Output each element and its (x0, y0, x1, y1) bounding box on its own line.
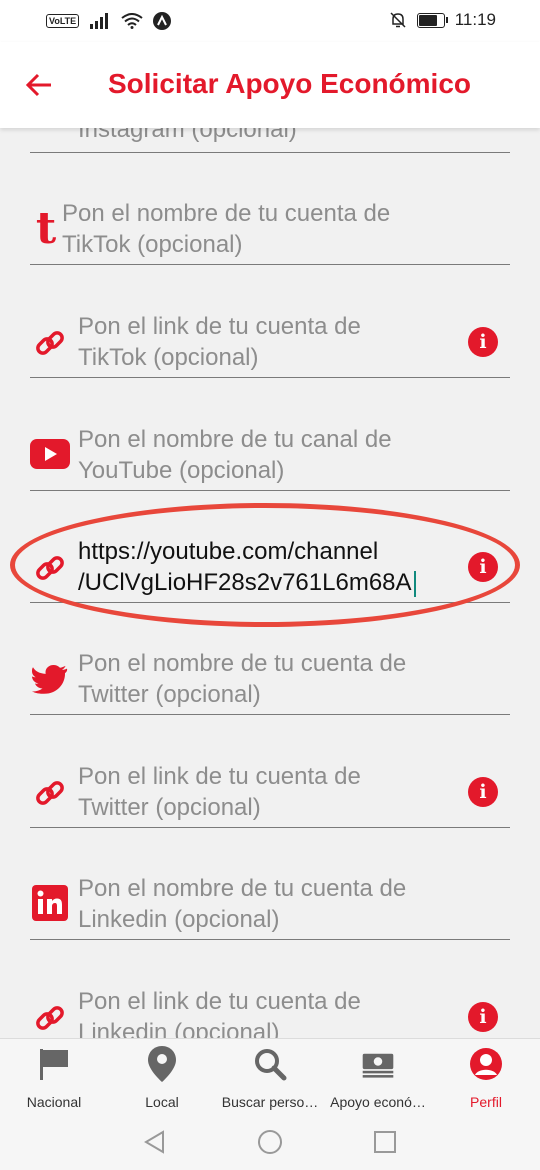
nav-apoyo[interactable]: Apoyo econó… (324, 1039, 432, 1113)
linkedin-name-field[interactable]: Pon el nombre de tu cuenta de Linkedin (… (30, 871, 510, 940)
instagram-name-field[interactable]: Instagram (opcional) i (30, 128, 510, 153)
tiktok-name-text: Pon el nombre de tu cuenta de TikTok (op… (62, 198, 442, 260)
volte-badge: VoLTE (46, 14, 80, 28)
field-line: Pon el nombre de tu canal de (78, 426, 392, 453)
linkedin-link-text: Pon el link de tu cuenta de Linkedin (op… (78, 986, 438, 1038)
nav-perfil[interactable]: Perfil (432, 1039, 540, 1113)
nav-local[interactable]: Local (108, 1039, 216, 1113)
instagram-icon (30, 128, 70, 130)
flag-icon (37, 1047, 71, 1081)
field-line: /UClVgLioHF28s2v761L6m68A (78, 567, 468, 598)
youtube-icon (30, 434, 70, 474)
nav-buscar[interactable]: Buscar perso… (216, 1039, 324, 1113)
nav-label: Apoyo econó… (330, 1094, 426, 1110)
nav-label: Local (145, 1094, 179, 1110)
nav-nacional[interactable]: Nacional (0, 1039, 108, 1113)
instagram-field-text: Instagram (opcional) (78, 128, 297, 143)
linkedin-icon (30, 883, 70, 923)
tiktok-link-text: Pon el link de tu cuenta de TikTok (opci… (78, 311, 438, 373)
tiktok-name-field[interactable]: t Pon el nombre de tu cuenta de TikTok (… (30, 196, 510, 265)
profile-icon (469, 1047, 503, 1081)
info-icon[interactable]: i (468, 327, 498, 357)
link-icon (30, 323, 70, 363)
field-line: https://youtube.com/channel (78, 538, 379, 565)
recents-square-icon[interactable] (373, 1130, 397, 1154)
link-icon (30, 548, 70, 588)
field-line: TikTok (opcional) (62, 231, 243, 258)
battery-icon (416, 12, 448, 28)
app-bar: Solicitar Apoyo Económico (0, 42, 540, 128)
twitter-icon (30, 660, 70, 700)
twitter-name-field[interactable]: Pon el nombre de tu cuenta de Twitter (o… (30, 646, 510, 715)
field-line: TikTok (opcional) (78, 344, 259, 371)
youtube-name-text: Pon el nombre de tu canal de YouTube (op… (78, 424, 438, 486)
page-title: Solicitar Apoyo Económico (108, 68, 472, 99)
home-circle-icon[interactable] (257, 1129, 283, 1155)
status-right: 11:19 (389, 10, 496, 30)
field-line: Linkedin (opcional) (78, 906, 280, 933)
link-icon (30, 998, 70, 1038)
info-icon[interactable]: i (468, 777, 498, 807)
location-pin-icon (145, 1046, 179, 1082)
form-scroll-area[interactable]: Instagram (opcional) i t Pon el nombre d… (0, 128, 540, 1038)
twitter-link-text: Pon el link de tu cuenta de Twitter (opc… (78, 761, 438, 823)
field-line: Twitter (opcional) (78, 794, 261, 821)
field-line: Pon el link de tu cuenta de (78, 313, 361, 340)
mute-bell-icon (390, 12, 406, 28)
arrow-left-icon[interactable] (24, 70, 54, 100)
text-cursor (413, 570, 416, 597)
clock: 11:19 (454, 10, 496, 29)
info-icon[interactable]: i (468, 552, 498, 582)
linkedin-name-text: Pon el nombre de tu cuenta de Linkedin (… (78, 873, 438, 935)
field-line: Pon el nombre de tu cuenta de (78, 875, 407, 902)
info-icon[interactable]: i (468, 1002, 498, 1032)
linkedin-link-field[interactable]: Pon el link de tu cuenta de Linkedin (op… (30, 984, 510, 1038)
app-notification-icon (153, 12, 172, 30)
twitter-name-text: Pon el nombre de tu cuenta de Twitter (o… (78, 648, 438, 710)
nav-label: Perfil (470, 1094, 502, 1110)
youtube-name-field[interactable]: Pon el nombre de tu canal de YouTube (op… (30, 422, 510, 491)
twitter-link-field[interactable]: Pon el link de tu cuenta de Twitter (opc… (30, 759, 510, 828)
search-icon (253, 1047, 287, 1081)
tiktok-icon: t (35, 203, 57, 254)
field-line: Linkedin (opcional) (78, 1019, 280, 1038)
signal-icon (90, 13, 109, 29)
tiktok-link-field[interactable]: Pon el link de tu cuenta de TikTok (opci… (30, 309, 510, 378)
field-line: Pon el nombre de tu cuenta de (78, 650, 407, 677)
wifi-icon (121, 13, 143, 29)
status-left: VoLTE (46, 12, 172, 30)
bottom-navigation: Nacional Local Buscar perso… Apoyo econó… (0, 1038, 540, 1113)
nav-label: Nacional (26, 1094, 82, 1110)
field-line: Pon el link de tu cuenta de (78, 988, 361, 1015)
field-line-text: /UClVgLioHF28s2v761L6m68A (78, 569, 412, 596)
back-triangle-icon[interactable] (143, 1130, 165, 1154)
nav-label: Buscar perso… (221, 1094, 319, 1110)
field-line: Pon el nombre de tu cuenta de (62, 200, 391, 227)
link-icon (30, 773, 70, 813)
field-line: Twitter (opcional) (78, 681, 261, 708)
youtube-link-field[interactable]: https://youtube.com/channel /UClVgLioHF2… (30, 534, 510, 603)
status-bar: VoLTE 11:19 (0, 0, 540, 42)
field-line: Pon el link de tu cuenta de (78, 763, 361, 790)
field-line: YouTube (opcional) (78, 457, 285, 484)
money-icon (361, 1047, 395, 1081)
system-navigation (0, 1112, 540, 1170)
youtube-link-value[interactable]: https://youtube.com/channel /UClVgLioHF2… (78, 536, 468, 598)
